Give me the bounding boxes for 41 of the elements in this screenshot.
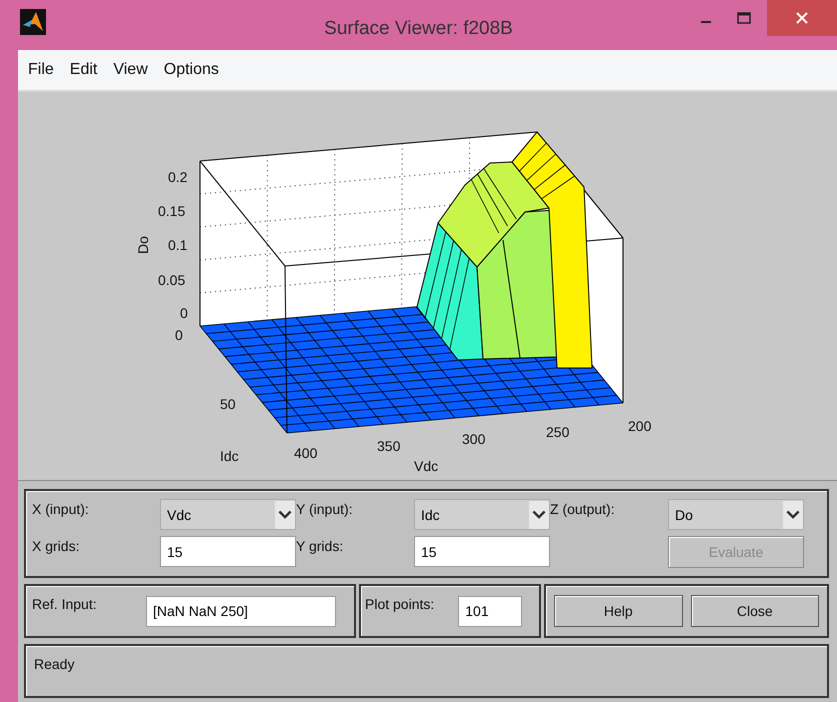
menu-item[interactable]: View xyxy=(105,61,156,79)
field-label: Plot points: xyxy=(365,595,434,612)
axis-tick-label: 350 xyxy=(377,438,400,454)
axis-label: Idc xyxy=(220,448,239,464)
menu-item[interactable]: File xyxy=(20,61,62,79)
field-label: X grids: xyxy=(32,537,80,554)
input-field[interactable]: 15 xyxy=(414,536,550,567)
app-logo-icon xyxy=(20,9,46,35)
menu-item[interactable]: Edit xyxy=(62,61,106,79)
axis-tick-label: 0.2 xyxy=(168,169,188,185)
close-icon xyxy=(796,12,808,24)
axis-tick-label: 50 xyxy=(220,396,236,412)
menu-item[interactable]: Options xyxy=(156,61,227,79)
axis-tick-label: 0 xyxy=(180,305,188,321)
field-label: Z (output): xyxy=(550,500,616,517)
axis-tick-label: 300 xyxy=(462,431,486,447)
dropdown[interactable]: Idc xyxy=(414,499,550,530)
axis-tick-label: 0.05 xyxy=(158,272,186,288)
dropdown[interactable]: Vdc xyxy=(160,499,296,530)
action-button[interactable]: Close xyxy=(690,595,819,627)
axis-label: Do xyxy=(135,236,151,254)
axis-tick-label: 400 xyxy=(294,445,318,461)
field-label: X (input): xyxy=(32,500,90,517)
axis-tick-label: 0 xyxy=(175,327,183,343)
input-field[interactable]: 101 xyxy=(458,596,522,626)
maximize-icon xyxy=(737,12,751,24)
axis-tick-label: 0.15 xyxy=(158,203,186,219)
field-label: Y grids: xyxy=(296,537,344,554)
field-label: Y (input): xyxy=(296,500,354,517)
status-text: Ready xyxy=(34,656,74,672)
axis-label: Vdc xyxy=(414,458,438,474)
input-field[interactable]: 15 xyxy=(160,536,296,567)
field-label: Ref. Input: xyxy=(32,595,98,612)
minimize-icon xyxy=(701,21,711,23)
axis-tick-label: 0.1 xyxy=(168,237,188,253)
action-button[interactable]: Help xyxy=(554,595,682,627)
axis-tick-label: 250 xyxy=(546,424,570,440)
dropdown[interactable]: Do xyxy=(668,499,804,530)
input-field[interactable]: [NaN NaN 250] xyxy=(146,596,336,626)
window-title: Surface Viewer: f208B xyxy=(324,18,513,40)
axis-tick-label: 200 xyxy=(628,418,652,434)
